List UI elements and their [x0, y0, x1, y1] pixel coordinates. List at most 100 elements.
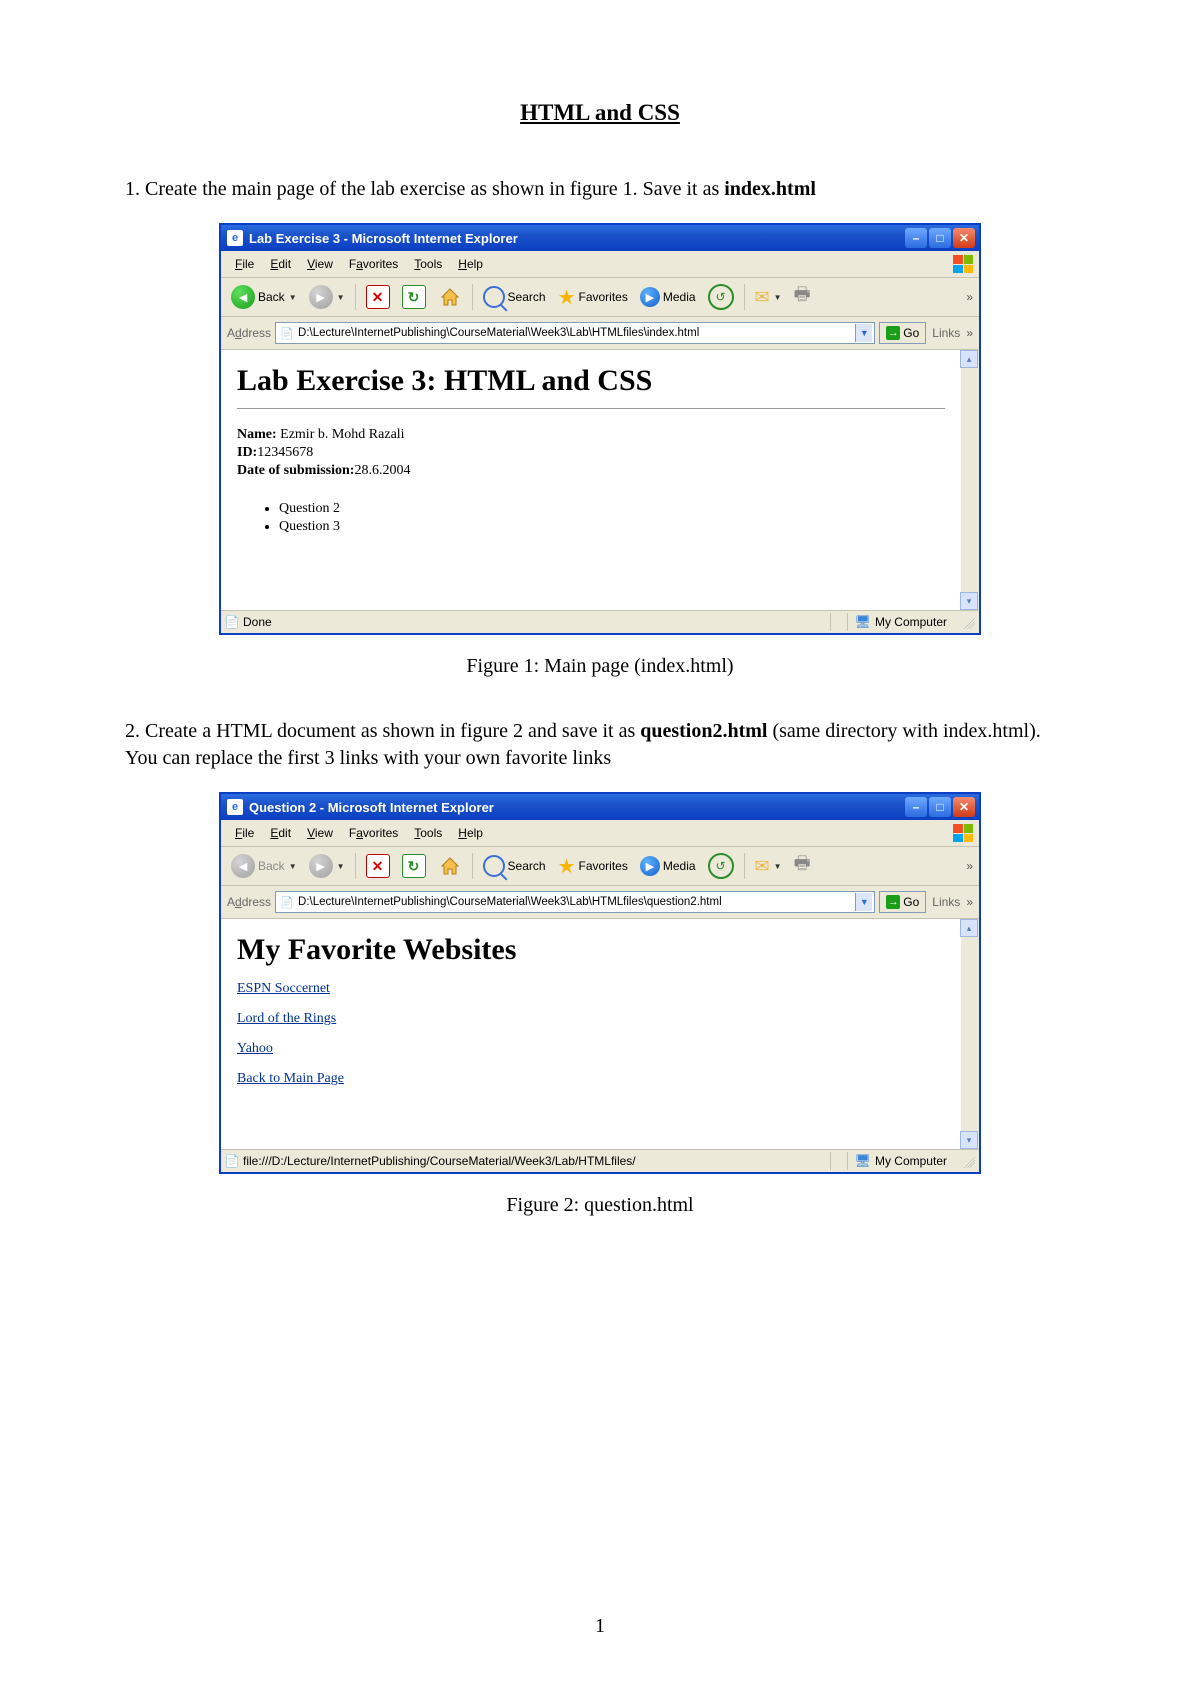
scroll-down-button[interactable]: ▾	[960, 1131, 978, 1149]
history-button[interactable]: ↺	[704, 284, 738, 310]
search-icon	[483, 855, 505, 877]
forward-arrow-icon: ►	[309, 854, 333, 878]
ie-window-figure-1: e Lab Exercise 3 - Microsoft Internet Ex…	[219, 223, 981, 635]
computer-icon: 🖥	[854, 1153, 871, 1169]
menu-tools[interactable]: Tools	[406, 824, 450, 842]
address-dropdown-icon[interactable]: ▼	[855, 324, 872, 342]
maximize-button[interactable]: □	[929, 228, 951, 248]
menu-edit[interactable]: Edit	[262, 255, 299, 273]
address-input[interactable]: 📄 D:\Lecture\InternetPublishing\CourseMa…	[275, 891, 875, 913]
media-button[interactable]: ▶ Media	[636, 284, 700, 310]
go-arrow-icon: →	[886, 326, 900, 340]
go-label: Go	[903, 326, 919, 340]
address-label: Address	[227, 326, 271, 340]
mail-button[interactable]: ✉▼	[751, 853, 786, 879]
ie-app-icon: e	[227, 799, 243, 815]
forward-dropdown-icon[interactable]: ▼	[337, 293, 345, 302]
forward-button[interactable]: ► ▼	[305, 853, 349, 879]
menu-file[interactable]: File	[227, 255, 262, 273]
toolbar-chevron-icon[interactable]	[966, 859, 973, 873]
link-espn[interactable]: ESPN Soccernet	[237, 981, 330, 997]
link-lotr[interactable]: Lord of the Rings	[237, 1011, 336, 1027]
menu-tools[interactable]: Tools	[406, 255, 450, 273]
scroll-down-button[interactable]: ▾	[960, 592, 978, 610]
document-title: HTML and CSS	[125, 100, 1075, 126]
minimize-button[interactable]: –	[905, 228, 927, 248]
status-zone: 🖥 My Computer	[847, 1152, 953, 1170]
menu-favorites[interactable]: Favorites	[341, 824, 406, 842]
address-input[interactable]: 📄 D:\Lecture\InternetPublishing\CourseMa…	[275, 322, 875, 344]
back-arrow-icon: ◄	[231, 854, 255, 878]
links-label[interactable]: Links	[930, 895, 962, 909]
page-icon: 📄	[280, 895, 294, 909]
toolbar: ◄ Back ▼ ► ▼ ✕ ↻ Search ★	[221, 847, 979, 886]
divider	[237, 408, 945, 409]
id-row: ID:12345678	[237, 445, 945, 461]
address-label: Address	[227, 895, 271, 909]
go-button[interactable]: → Go	[879, 322, 926, 344]
star-icon: ★	[558, 285, 576, 310]
status-bar: 📄 Done 🖥 My Computer	[221, 610, 979, 633]
links-label[interactable]: Links	[930, 326, 962, 340]
status-text: Done	[243, 615, 272, 629]
home-button[interactable]	[434, 284, 466, 310]
toolbar-chevron-icon[interactable]	[966, 290, 973, 304]
page-heading: My Favorite Websites	[237, 933, 945, 967]
link-back-main[interactable]: Back to Main Page	[237, 1071, 344, 1087]
links-chevron-icon[interactable]	[966, 326, 973, 340]
menu-help[interactable]: Help	[450, 255, 491, 273]
page-content: ▴ ▾ Lab Exercise 3: HTML and CSS Name: E…	[221, 350, 979, 610]
menu-view[interactable]: View	[299, 255, 341, 273]
refresh-button[interactable]: ↻	[398, 853, 430, 879]
search-icon	[483, 286, 505, 308]
media-button[interactable]: ▶ Media	[636, 853, 700, 879]
resize-grip-icon[interactable]	[961, 1154, 975, 1168]
resize-grip-icon[interactable]	[961, 615, 975, 629]
close-button[interactable]: ✕	[953, 228, 975, 248]
forward-dropdown-icon[interactable]: ▼	[337, 862, 345, 871]
forward-button[interactable]: ► ▼	[305, 284, 349, 310]
window-title: Question 2 - Microsoft Internet Explorer	[249, 800, 903, 815]
stop-button[interactable]: ✕	[362, 853, 394, 879]
refresh-icon: ↻	[402, 854, 426, 878]
search-button[interactable]: Search	[479, 853, 550, 879]
favorites-button[interactable]: ★ Favorites	[554, 284, 632, 310]
menu-edit[interactable]: Edit	[262, 824, 299, 842]
link-yahoo[interactable]: Yahoo	[237, 1041, 273, 1057]
home-button[interactable]	[434, 853, 466, 879]
figure-1-caption: Figure 1: Main page (index.html)	[125, 655, 1075, 678]
status-pane-empty	[830, 1152, 843, 1170]
close-button[interactable]: ✕	[953, 797, 975, 817]
menu-favorites[interactable]: Favorites	[341, 255, 406, 273]
links-chevron-icon[interactable]	[966, 895, 973, 909]
minimize-button[interactable]: –	[905, 797, 927, 817]
go-button[interactable]: → Go	[879, 891, 926, 913]
status-page-icon: 📄	[225, 615, 239, 629]
back-arrow-icon: ◄	[231, 285, 255, 309]
scroll-up-button[interactable]: ▴	[960, 919, 978, 937]
print-button[interactable]: 🖶	[790, 853, 815, 879]
status-text: file:///D:/Lecture/InternetPublishing/Co…	[243, 1154, 636, 1168]
refresh-button[interactable]: ↻	[398, 284, 430, 310]
question-list: Question 2 Question 3	[237, 501, 945, 535]
menu-view[interactable]: View	[299, 824, 341, 842]
search-button[interactable]: Search	[479, 284, 550, 310]
history-button[interactable]: ↺	[704, 853, 738, 879]
back-dropdown-icon[interactable]: ▼	[289, 862, 297, 871]
address-dropdown-icon[interactable]: ▼	[855, 893, 872, 911]
stop-button[interactable]: ✕	[362, 284, 394, 310]
back-button[interactable]: ◄ Back ▼	[227, 284, 301, 310]
back-dropdown-icon[interactable]: ▼	[289, 293, 297, 302]
mail-button[interactable]: ✉▼	[751, 284, 786, 310]
instruction-1-filename: index.html	[724, 178, 816, 200]
back-button[interactable]: ◄ Back ▼	[227, 853, 301, 879]
scroll-up-button[interactable]: ▴	[960, 350, 978, 368]
menu-help[interactable]: Help	[450, 824, 491, 842]
print-button[interactable]: 🖶	[790, 284, 815, 310]
address-url: D:\Lecture\InternetPublishing\CourseMate…	[298, 896, 722, 908]
menu-file[interactable]: File	[227, 824, 262, 842]
favorites-button[interactable]: ★ Favorites	[554, 853, 632, 879]
list-item[interactable]: Question 3	[279, 519, 945, 535]
maximize-button[interactable]: □	[929, 797, 951, 817]
list-item[interactable]: Question 2	[279, 501, 945, 517]
